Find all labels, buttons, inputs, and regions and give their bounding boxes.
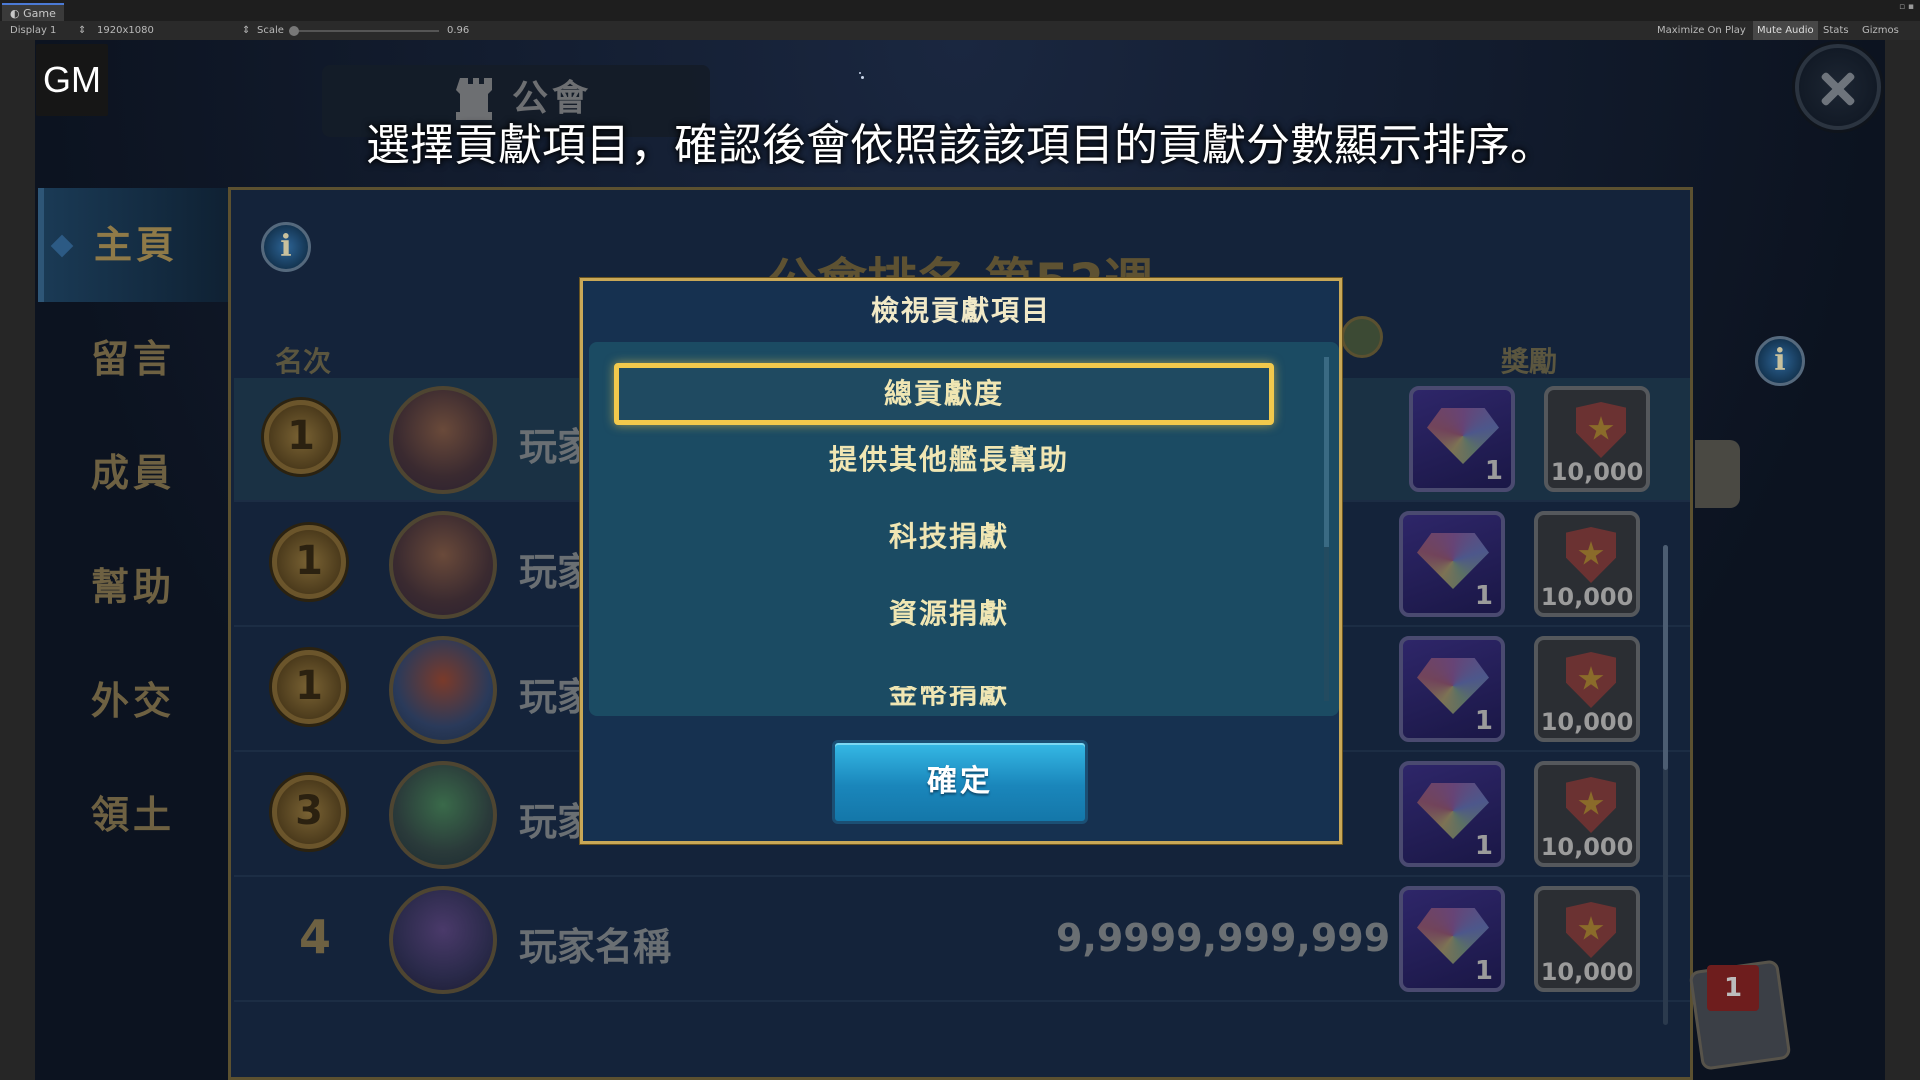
scale-slider-knob[interactable] bbox=[289, 26, 299, 36]
info-icon[interactable]: i bbox=[261, 222, 311, 272]
game-tab-icon: ◐ bbox=[10, 7, 24, 20]
shield-reward-icon: 10,000 bbox=[1534, 636, 1640, 742]
letterbox-right bbox=[1885, 40, 1920, 1080]
shield-reward-icon: 10,000 bbox=[1534, 886, 1640, 992]
window-menu-icon[interactable]: ▫ ▪ bbox=[1899, 2, 1914, 12]
display-chevron-icon: ⇕ bbox=[78, 25, 87, 36]
reward-info-icon[interactable]: i bbox=[1755, 336, 1805, 386]
rank-medal: 1 bbox=[264, 400, 338, 474]
gem-reward-icon: 1 bbox=[1399, 511, 1505, 617]
contribution-option-list: 總貢獻度 提供其他艦長幫助 科技捐獻 資源捐獻 金幣捐獻 bbox=[589, 342, 1339, 716]
display-select[interactable]: Display 1 bbox=[10, 21, 56, 40]
modal-title: 檢視貢獻項目 bbox=[870, 294, 1051, 327]
gem-count: 1 bbox=[1474, 581, 1493, 611]
option-gold-donation[interactable]: 金幣捐獻 bbox=[619, 686, 1279, 716]
nav-item-messages[interactable]: 留言 bbox=[38, 302, 228, 416]
shield-reward-icon: 10,000 bbox=[1534, 761, 1640, 867]
shield-reward-icon: 10,000 bbox=[1544, 386, 1650, 492]
avatar bbox=[389, 886, 497, 994]
nav-item-territory[interactable]: 領土 bbox=[38, 758, 228, 872]
option-tech-donation[interactable]: 科技捐獻 bbox=[619, 506, 1279, 568]
letterbox-left bbox=[0, 40, 35, 1080]
shield-value: 10,000 bbox=[1540, 833, 1634, 861]
option-resource-donation[interactable]: 資源捐獻 bbox=[619, 583, 1279, 645]
avatar bbox=[389, 761, 497, 869]
gem-count: 1 bbox=[1484, 456, 1503, 486]
shield-value: 10,000 bbox=[1540, 958, 1634, 986]
gem-reward-icon: 1 bbox=[1399, 636, 1505, 742]
option-help-captains[interactable]: 提供其他艦長幫助 bbox=[619, 429, 1279, 491]
player-name: 玩家名稱 bbox=[519, 925, 672, 969]
confirm-button[interactable]: 確定 bbox=[832, 740, 1088, 824]
maximize-on-play-toggle[interactable]: Maximize On Play bbox=[1657, 21, 1746, 40]
mail-badge: 1 bbox=[1707, 965, 1759, 1011]
shield-reward-icon: 10,000 bbox=[1534, 511, 1640, 617]
nav-item-home[interactable]: 主頁 bbox=[38, 188, 228, 302]
resolution-chevron-icon: ⇕ bbox=[242, 25, 251, 36]
editor-tab-bar: ◐ Game ▫ ▪ bbox=[0, 0, 1920, 21]
nav-item-label: 主頁 bbox=[93, 223, 178, 267]
tutorial-caption: 選擇貢獻項目，確認後會依照該該項目的貢獻分數顯示排序。 bbox=[366, 120, 1554, 171]
avatar bbox=[389, 386, 497, 494]
contribution-score: 9,9999,999,999 bbox=[1056, 916, 1391, 960]
shield-value: 10,000 bbox=[1540, 583, 1634, 611]
header-rank: 名次 bbox=[275, 345, 332, 378]
contribution-type-icon[interactable] bbox=[1341, 316, 1383, 358]
rank-medal: 3 bbox=[272, 775, 346, 849]
editor-toolbar: Display 1 ⇕ 1920x1080 ⇕ Scale 0.96 Maxim… bbox=[0, 21, 1920, 40]
gem-count: 1 bbox=[1474, 706, 1493, 736]
scale-value: 0.96 bbox=[447, 25, 470, 36]
avatar bbox=[389, 511, 497, 619]
side-nav: 主頁 留言 成員 幫助 外交 領土 bbox=[38, 188, 228, 1078]
gem-reward-icon: 1 bbox=[1409, 386, 1515, 492]
star-decoration bbox=[859, 72, 861, 74]
option-scrollbar-thumb[interactable] bbox=[1324, 357, 1329, 547]
table-row[interactable]: 4 玩家名稱 9,9999,999,999 1 10,000 bbox=[234, 878, 1690, 1002]
side-tab[interactable] bbox=[1695, 440, 1740, 508]
scale-slider-track[interactable] bbox=[289, 30, 439, 32]
star-decoration bbox=[861, 76, 864, 79]
rank-number: 4 bbox=[299, 910, 332, 964]
mute-audio-toggle[interactable]: Mute Audio bbox=[1753, 21, 1818, 40]
rank-medal: 1 bbox=[272, 650, 346, 724]
gem-reward-icon: 1 bbox=[1399, 886, 1505, 992]
nav-active-diamond-icon bbox=[50, 234, 74, 258]
nav-item-diplomacy[interactable]: 外交 bbox=[38, 644, 228, 758]
nav-item-help[interactable]: 幫助 bbox=[38, 530, 228, 644]
gizmos-dropdown[interactable]: Gizmos bbox=[1862, 21, 1899, 40]
scale-label: Scale bbox=[257, 25, 284, 36]
gem-count: 1 bbox=[1474, 831, 1493, 861]
game-tab-label: Game bbox=[23, 7, 56, 20]
gm-button[interactable]: GM bbox=[36, 44, 108, 116]
stats-toggle[interactable]: Stats bbox=[1823, 21, 1849, 40]
shield-value: 10,000 bbox=[1550, 458, 1644, 486]
option-total-contribution[interactable]: 總貢獻度 bbox=[614, 363, 1274, 425]
gem-reward-icon: 1 bbox=[1399, 761, 1505, 867]
header-reward: 獎勵 bbox=[1501, 345, 1558, 378]
rank-medal: 1 bbox=[272, 525, 346, 599]
avatar bbox=[389, 636, 497, 744]
game-tab[interactable]: ◐ Game bbox=[2, 3, 64, 21]
shield-value: 10,000 bbox=[1540, 708, 1634, 736]
ranking-scrollbar-thumb[interactable] bbox=[1663, 545, 1668, 770]
nav-item-members[interactable]: 成員 bbox=[38, 416, 228, 530]
gem-count: 1 bbox=[1474, 956, 1493, 986]
resolution-select[interactable]: 1920x1080 bbox=[97, 21, 154, 40]
